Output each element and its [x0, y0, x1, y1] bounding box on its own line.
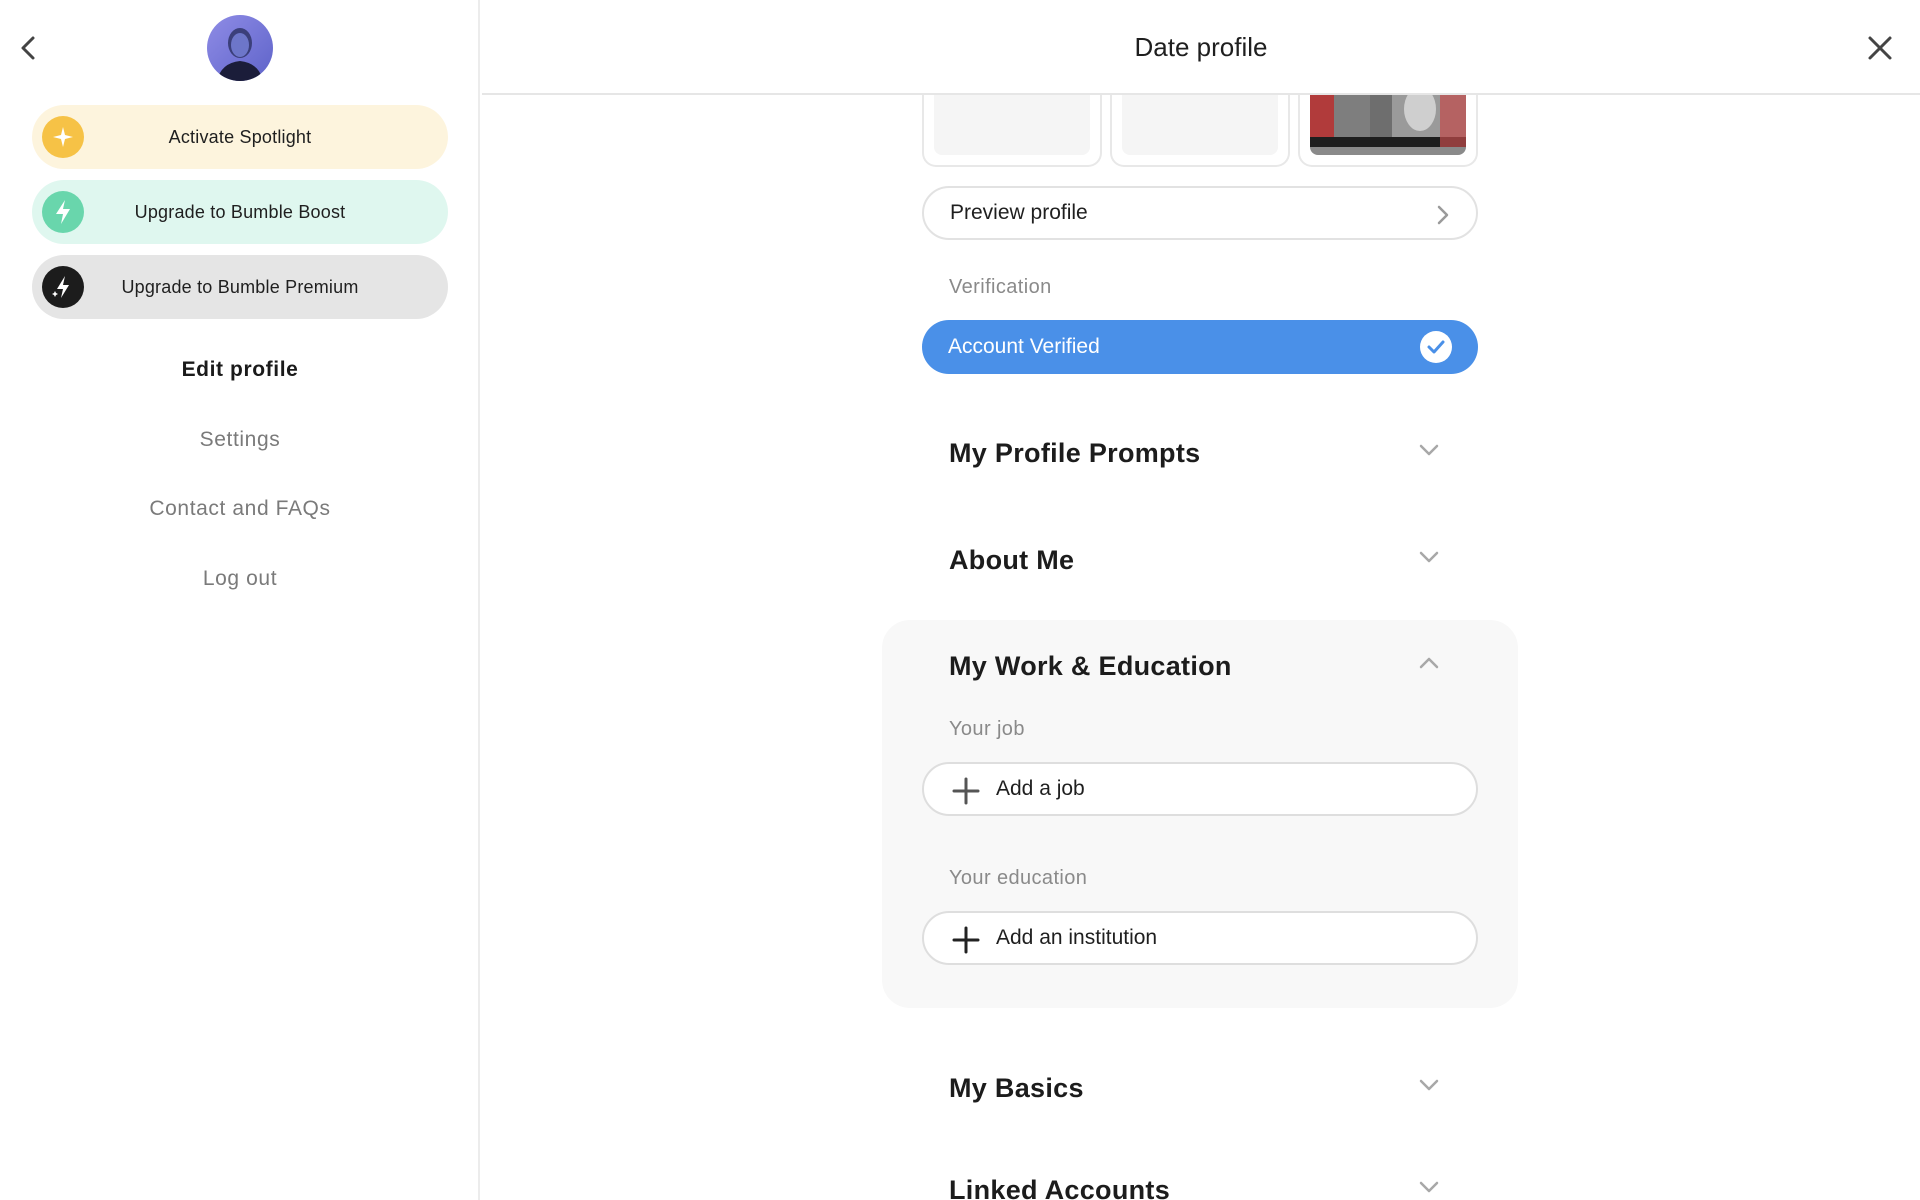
page-title: Date profile	[1134, 32, 1268, 62]
spotlight-icon	[42, 116, 84, 158]
preview-profile-label: Preview profile	[950, 201, 1088, 224]
upgrade-premium-label: Upgrade to Bumble Premium	[121, 276, 359, 297]
add-institution-label: Add an institution	[996, 926, 1158, 949]
add-job-button[interactable]: Add a job	[922, 762, 1478, 816]
plus-icon	[952, 926, 980, 954]
section-my-basics[interactable]: My Basics	[949, 1068, 1454, 1108]
photo-slot-empty[interactable]	[1110, 95, 1290, 167]
premium-lightning-icon	[42, 266, 84, 308]
header: Date profile	[482, 0, 1920, 95]
account-verified-button[interactable]: Account Verified	[922, 320, 1478, 374]
chevron-down-icon	[1419, 1181, 1439, 1193]
profile-content[interactable]: Preview profile Verification Account Ver…	[482, 95, 1920, 1200]
chevron-down-icon	[1419, 551, 1439, 563]
section-about-me-title: About Me	[949, 544, 1075, 575]
avatar-image	[207, 15, 273, 81]
your-job-label: Your job	[949, 718, 1025, 740]
sidebar: Activate Spotlight Upgrade to Bumble Boo…	[0, 0, 480, 1200]
section-profile-prompts[interactable]: My Profile Prompts	[949, 433, 1454, 473]
close-icon	[1868, 36, 1892, 60]
chevron-down-icon	[1419, 1079, 1439, 1091]
add-institution-button[interactable]: Add an institution	[922, 911, 1478, 965]
upgrade-boost-label: Upgrade to Bumble Boost	[134, 201, 346, 222]
nav-settings[interactable]: Settings	[0, 428, 480, 452]
back-button[interactable]	[14, 30, 42, 66]
nav-contact-faqs[interactable]: Contact and FAQs	[0, 497, 480, 521]
photo-placeholder	[1122, 95, 1278, 155]
chevron-left-icon	[21, 36, 35, 60]
section-work-education-title: My Work & Education	[949, 650, 1232, 681]
activate-spotlight-button[interactable]: Activate Spotlight	[32, 105, 448, 169]
section-about-me[interactable]: About Me	[949, 540, 1454, 580]
close-button[interactable]	[1862, 30, 1898, 66]
chevron-down-icon	[1419, 444, 1439, 456]
section-linked-accounts-title: Linked Accounts	[949, 1174, 1171, 1200]
avatar[interactable]	[207, 15, 273, 81]
section-profile-prompts-title: My Profile Prompts	[949, 437, 1201, 468]
upgrade-boost-button[interactable]: Upgrade to Bumble Boost	[32, 180, 448, 244]
chevron-right-icon	[1437, 205, 1449, 225]
lightning-icon	[42, 191, 84, 233]
nav-log-out[interactable]: Log out	[0, 567, 480, 591]
photo-slot-filled[interactable]	[1298, 95, 1478, 167]
your-education-label: Your education	[949, 867, 1088, 889]
add-job-label: Add a job	[996, 777, 1085, 800]
section-work-education[interactable]: My Work & Education	[949, 646, 1454, 686]
chevron-up-icon	[1419, 657, 1439, 669]
activate-spotlight-label: Activate Spotlight	[168, 126, 312, 147]
verification-label: Verification	[949, 276, 1052, 298]
check-icon	[1420, 331, 1452, 363]
upgrade-premium-button[interactable]: Upgrade to Bumble Premium	[32, 255, 448, 319]
section-my-basics-title: My Basics	[949, 1072, 1084, 1103]
photo-slot-empty[interactable]	[922, 95, 1102, 167]
preview-profile-button[interactable]: Preview profile	[922, 186, 1478, 240]
section-linked-accounts[interactable]: Linked Accounts	[949, 1170, 1454, 1200]
photo-thumbnail	[1310, 95, 1466, 155]
photo-placeholder	[934, 95, 1090, 155]
nav-edit-profile[interactable]: Edit profile	[0, 358, 480, 382]
account-verified-label: Account Verified	[948, 335, 1100, 358]
plus-icon	[952, 777, 980, 805]
